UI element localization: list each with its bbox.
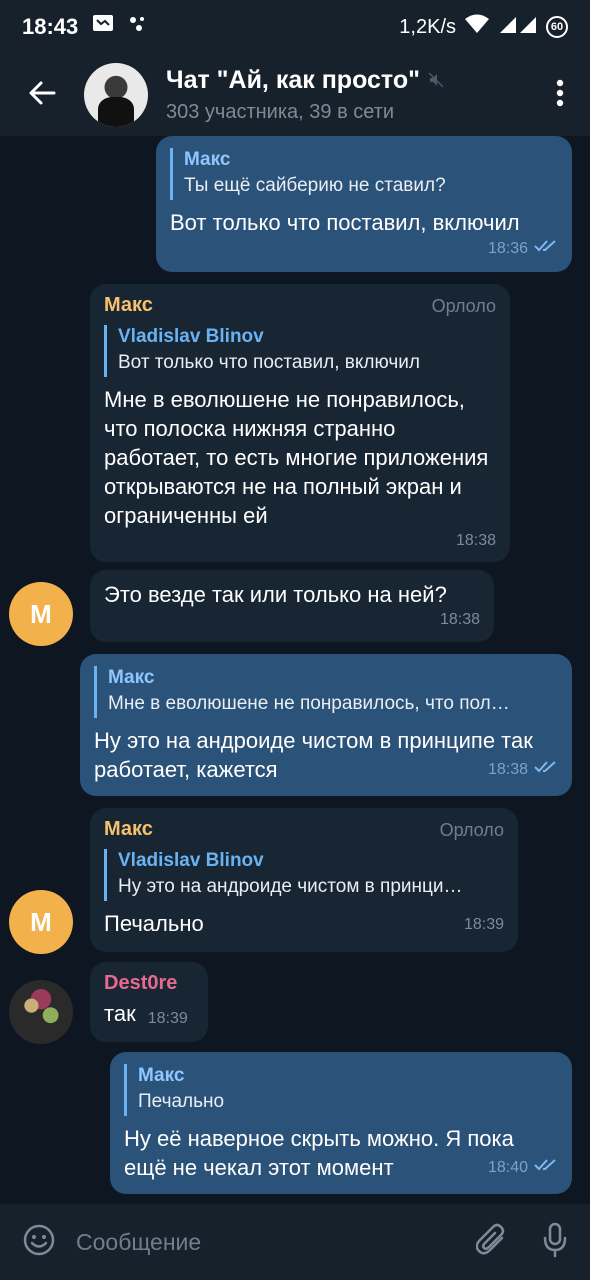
message-text: Это везде так или только на ней? [104, 582, 447, 607]
reply-preview[interactable]: Vladislav Blinov Ну это на андроиде чист… [104, 849, 504, 901]
reply-text: Ты ещё сайберию не ставил? [184, 175, 446, 196]
message-bubble[interactable]: Макс Орлоло Vladislav Blinov Вот только … [90, 284, 510, 562]
reply-text: Вот только что поставил, включил [118, 352, 420, 373]
dots-icon [128, 14, 148, 40]
reply-preview[interactable]: Макс Ты ещё сайберию не ставил? [170, 148, 558, 200]
message-body: так 18:39 [104, 999, 194, 1028]
message-bubble[interactable]: Макс Ты ещё сайберию не ставил? Вот толь… [156, 136, 572, 272]
emoji-button[interactable] [22, 1223, 56, 1262]
message-meta: 18:36 [170, 239, 558, 258]
reply-sender: Макс [184, 149, 231, 170]
chat-title: Чат "Ай, как просто" [166, 66, 420, 94]
message-input-bar [0, 1204, 590, 1280]
reply-preview[interactable]: Макс Печально [124, 1064, 558, 1116]
message-bubble[interactable]: Макс Печально Ну её наверное скрыть можн… [110, 1052, 572, 1194]
sender-tag: Орлоло [431, 296, 496, 316]
avatar-letter: М [30, 598, 52, 629]
message-time: 18:38 [487, 760, 528, 778]
reply-sender: Макс [138, 1065, 185, 1086]
muted-icon [428, 66, 444, 95]
avatar[interactable] [9, 980, 73, 1044]
reply-preview[interactable]: Vladislav Blinov Вот только что поставил… [104, 325, 496, 377]
more-button[interactable] [530, 54, 590, 136]
chat-subtitle: 303 участника, 39 в сети [166, 101, 395, 123]
reply-preview[interactable]: Макс Мне в еволюшене не понравилось, что… [94, 666, 558, 718]
mic-icon [542, 1222, 568, 1263]
reply-sender: Vladislav Blinov [118, 850, 264, 871]
message-text: Мне в еволюшене не понравилось, что поло… [104, 387, 489, 528]
attach-icon [475, 1223, 508, 1262]
message-text: так [104, 1001, 136, 1026]
avatar[interactable]: М [9, 890, 73, 954]
reply-text: Ну это на андроиде чистом в принци… [118, 876, 463, 897]
signal-icon [498, 14, 538, 40]
message-text: Вот только что поставил, включил [170, 210, 520, 235]
back-arrow-icon [28, 79, 56, 112]
message-bubble[interactable]: Макс Орлоло Vladislav Blinov Ну это на а… [90, 808, 518, 952]
message-time: 18:38 [439, 611, 480, 628]
battery-icon: 60 [546, 16, 568, 38]
voice-button[interactable] [542, 1222, 568, 1263]
wifi-icon [464, 14, 490, 40]
message-list[interactable]: Макс Ты ещё сайберию не ставил? Вот толь… [0, 136, 590, 1204]
double-check-icon [534, 760, 558, 779]
avatar-letter: М [30, 906, 52, 937]
status-time: 18:43 [22, 14, 79, 39]
network-speed: 1,2K/s [399, 15, 456, 38]
reply-text: Мне в еволюшене не понравилось, что пол… [108, 693, 510, 714]
message-time: 18:38 [455, 532, 496, 549]
message-meta: 18:38 [104, 532, 496, 550]
chat-avatar[interactable] [84, 63, 148, 127]
chat-header: Чат "Ай, как просто" 303 участника, 39 в… [0, 54, 590, 136]
sender-tag: Орлоло [439, 820, 504, 840]
message-input[interactable] [76, 1228, 476, 1256]
emoji-icon [22, 1223, 56, 1262]
attach-button[interactable] [475, 1223, 508, 1262]
message-time: 18:39 [463, 916, 504, 933]
reply-sender: Макс [108, 667, 155, 688]
message-bubble[interactable]: Это везде так или только на ней? 18:38 [90, 570, 494, 642]
message-time: 18:40 [487, 1158, 528, 1176]
double-check-icon [534, 1158, 558, 1177]
avatar[interactable]: М [9, 582, 73, 646]
reply-sender: Vladislav Blinov [118, 326, 264, 347]
reply-text: Печально [138, 1091, 225, 1112]
message-icon [92, 14, 114, 40]
sender-name[interactable]: Dest0re [104, 972, 194, 995]
message-bubble[interactable]: Макс Мне в еволюшене не понравилось, что… [80, 654, 572, 796]
message-time: 18:39 [147, 1010, 188, 1027]
more-vert-icon [556, 79, 564, 112]
chat-info[interactable]: Чат "Ай, как просто" 303 участника, 39 в… [166, 66, 444, 124]
double-check-icon [534, 239, 558, 258]
message-meta: 18:38 [104, 611, 480, 629]
message-bubble[interactable]: Dest0re так 18:39 [90, 962, 208, 1042]
status-bar: 18:43 1,2K/s 60 [0, 0, 590, 54]
message-time: 18:36 [487, 239, 528, 257]
battery-level: 60 [550, 21, 564, 33]
chat-title-row: Чат "Ай, как просто" [166, 66, 444, 95]
back-button[interactable] [0, 54, 84, 136]
